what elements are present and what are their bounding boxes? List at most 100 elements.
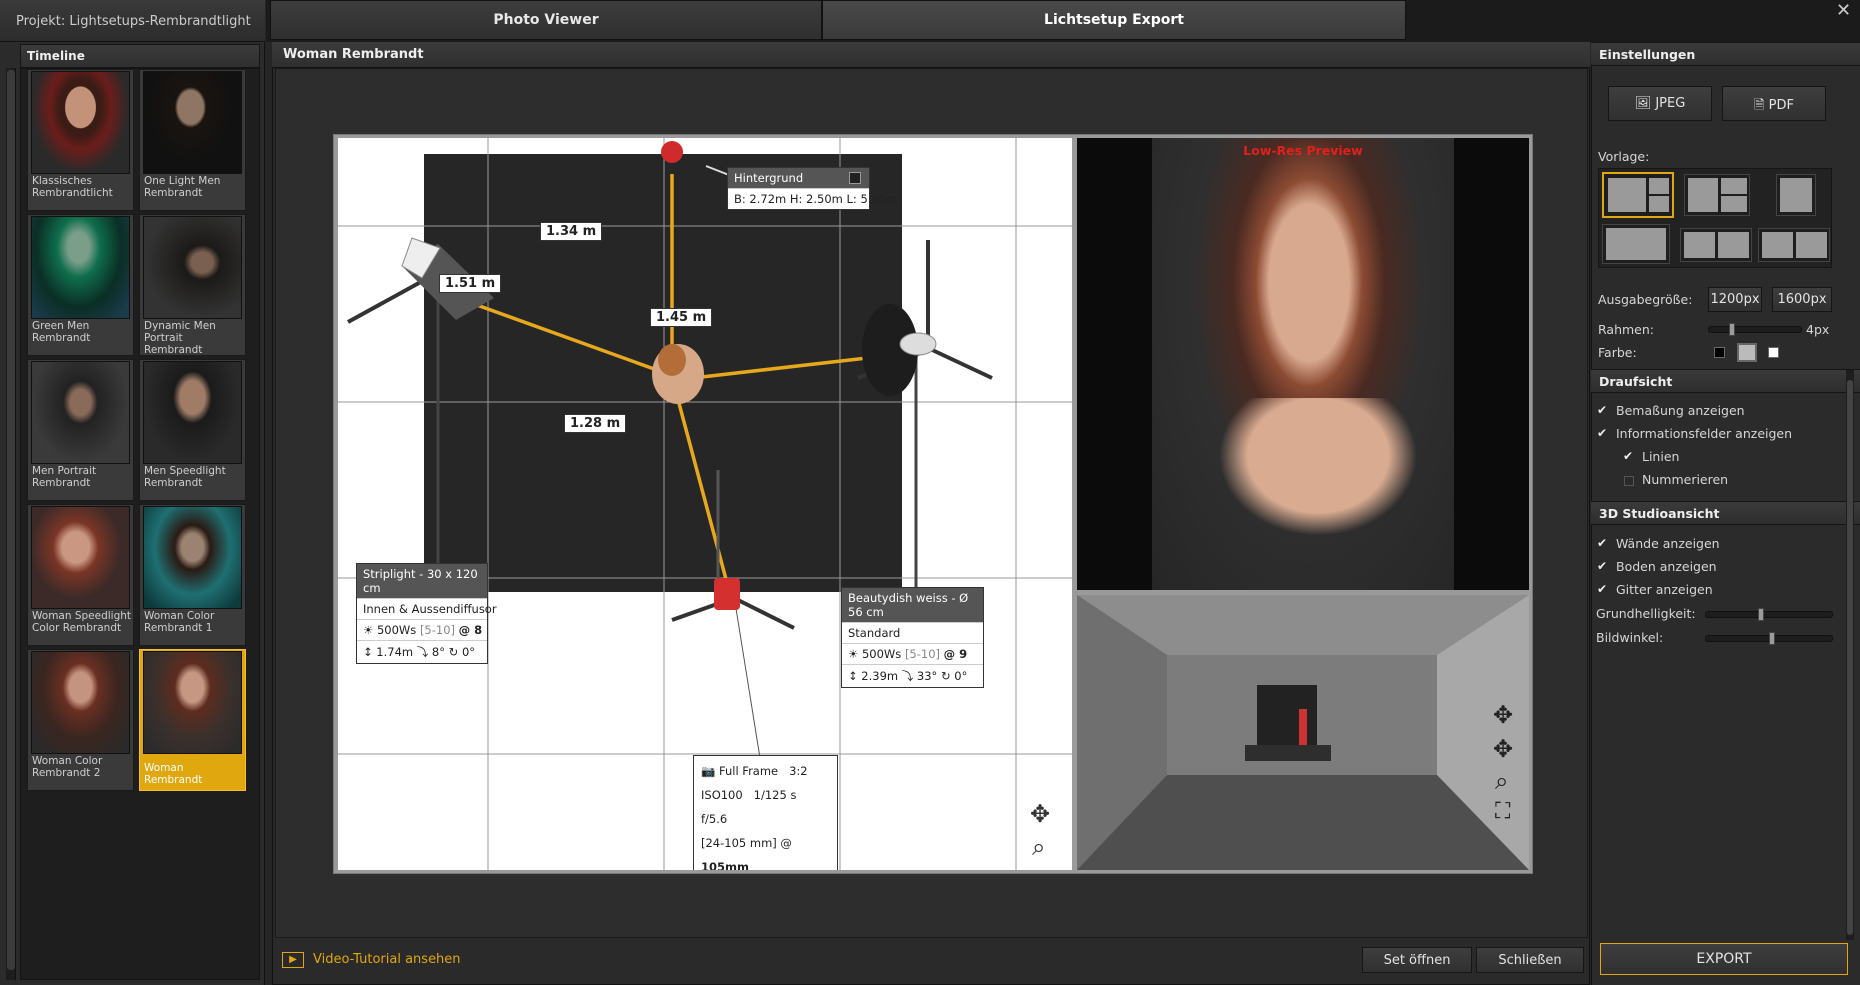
thumbnail-image [143, 651, 242, 754]
project-title: Projekt: Lightsetups-Rembrandtlight [0, 0, 265, 42]
option-dimensions-label: Bemaßung anzeigen [1616, 403, 1745, 418]
option-grid-label: Gitter anzeigen [1616, 582, 1713, 597]
thumbnail-image [143, 506, 242, 609]
timeline-item[interactable]: Green Men Rembrandt [27, 214, 134, 356]
tab-photo-viewer[interactable]: Photo Viewer [270, 0, 822, 40]
pdf-button[interactable]: 🗎 PDF [1722, 86, 1826, 121]
timeline-item[interactable]: Woman Color Rembrandt 2 [27, 649, 134, 791]
settings-title: Einstellungen [1591, 42, 1860, 66]
timeline-item-label: Woman Rembrandt [144, 762, 203, 786]
camera-info-box: 📷 Full Frame 3:2 ISO100 1/125 s f/5.6 [2… [693, 755, 838, 870]
fit-view-icon[interactable]: ⛶ [1495, 799, 1510, 824]
image-icon: 🖼 [1634, 96, 1652, 111]
pdf-label: PDF [1768, 98, 1794, 113]
color-white-swatch[interactable] [1768, 347, 1779, 358]
background-info-box: Hintergrund B: 2.72m H: 2.50m L: 5.00m [727, 167, 897, 210]
frame-slider-knob[interactable] [1729, 323, 1735, 336]
checkbox-numbering[interactable] [1624, 476, 1634, 486]
beautydish-info-box: Beautydish weiss - Ø 56 cm Standard ☀ 50… [841, 587, 984, 688]
pan-icon[interactable]: ✥ [1493, 735, 1513, 763]
template-option[interactable] [1680, 228, 1752, 262]
timeline-item[interactable]: Woman Speedlight Color Rembrandt [27, 504, 134, 646]
timeline-item[interactable]: Woman Color Rembrandt 1 [139, 504, 246, 646]
checkbox-grid[interactable]: ✔ [1597, 583, 1608, 595]
video-tutorial-link[interactable]: Video-Tutorial ansehen [313, 952, 461, 967]
timeline-item[interactable]: Klassisches Rembrandtlicht [27, 69, 134, 211]
output-size-1600[interactable]: 1600px [1772, 287, 1832, 312]
setup-title: Woman Rembrandt [272, 42, 1590, 68]
template-option[interactable] [1602, 224, 1670, 264]
tab-lichtsetup-export[interactable]: Lichtsetup Export [822, 0, 1406, 40]
template-option-selected[interactable] [1602, 172, 1674, 218]
frame-value: 4px [1806, 322, 1830, 337]
open-set-button[interactable]: Set öffnen [1362, 947, 1472, 973]
thumbnail-image [143, 361, 242, 464]
template-option[interactable] [1776, 174, 1816, 216]
angle-slider[interactable] [1705, 632, 1833, 645]
settings-scroll-thumb[interactable] [1847, 380, 1853, 935]
camera-focal: 105mm [701, 860, 749, 870]
timeline-item[interactable]: One Light Men Rembrandt [139, 69, 246, 211]
beautydish-tilt: 33° [916, 669, 938, 683]
camera-iso: ISO100 [701, 788, 743, 802]
checkbox-info-fields[interactable]: ✔ [1597, 427, 1608, 439]
striplight-power: 500Ws [376, 623, 417, 637]
close-button[interactable]: Schließen [1476, 947, 1584, 973]
timeline-item[interactable]: Men Speedlight Rembrandt [139, 359, 246, 501]
beautydish-power: 500Ws [861, 647, 902, 661]
distance-label: 1.34 m [540, 222, 603, 241]
beautydish-modifier: Standard [842, 622, 983, 643]
color-swatch-icon [849, 172, 861, 184]
beautydish-title: Beautydish weiss - Ø 56 cm [842, 588, 983, 622]
color-label: Farbe: [1598, 345, 1637, 360]
template-label: Vorlage: [1598, 149, 1650, 164]
template-option[interactable] [1684, 174, 1750, 216]
template-option[interactable] [1758, 228, 1830, 262]
timeline-item[interactable]: Dynamic Men Portrait Rembrandt [139, 214, 246, 356]
timeline-item-label: Men Speedlight Rembrandt [144, 465, 226, 489]
timeline-item-label: Green Men Rembrandt [32, 320, 91, 344]
timeline-scroll-thumb[interactable] [7, 70, 15, 970]
timeline-item-label: Woman Color Rembrandt 1 [144, 610, 215, 634]
color-gray-swatch[interactable] [1737, 343, 1757, 362]
brightness-slider[interactable] [1705, 608, 1833, 621]
checkbox-floor[interactable]: ✔ [1597, 560, 1608, 572]
checkbox-lines[interactable]: ✔ [1623, 450, 1634, 462]
close-icon[interactable]: ✕ [1836, 0, 1851, 21]
camera-shutter: 1/125 s [753, 788, 797, 802]
orbit-icon[interactable]: ✥ [1493, 701, 1513, 729]
zoom-icon[interactable]: ⌕ [1495, 767, 1508, 795]
jpeg-button[interactable]: 🖼 JPEG [1608, 86, 1712, 121]
distance-label: 1.51 m [439, 274, 502, 293]
camera-format: Full Frame [718, 764, 779, 778]
color-black-swatch[interactable] [1714, 347, 1725, 358]
thumbnail-image [143, 216, 242, 319]
frame-slider[interactable] [1708, 323, 1802, 336]
studio-drawing [1077, 595, 1529, 870]
beautydish-height: 2.39m [861, 669, 899, 683]
brightness-slider-knob[interactable] [1758, 608, 1764, 621]
low-res-label: Low-Res Preview [1243, 143, 1363, 158]
camera-icon: 📷 [701, 764, 716, 778]
checkbox-dimensions[interactable]: ✔ [1597, 404, 1608, 416]
export-button[interactable]: EXPORT [1600, 943, 1848, 975]
move-icon[interactable]: ✥ [1030, 800, 1050, 828]
beautydish-setting: @ 9 [943, 647, 968, 661]
play-icon[interactable]: ▶ [282, 952, 304, 968]
zoom-icon[interactable]: ⌕ [1032, 833, 1045, 861]
brightness-label: Grundhelligkeit: [1596, 606, 1696, 621]
studio-section-title: 3D Studioansicht [1591, 501, 1860, 525]
timeline-item-label: One Light Men Rembrandt [144, 175, 221, 199]
model-figure [652, 344, 704, 404]
angle-slider-knob[interactable] [1769, 632, 1775, 645]
timeline-item-selected[interactable]: Woman Rembrandt [139, 649, 246, 791]
option-numbering-label: Nummerieren [1642, 472, 1729, 487]
timeline-item[interactable]: Men Portrait Rembrandt [27, 359, 134, 501]
angle-label: Bildwinkel: [1596, 630, 1664, 645]
striplight-range: [5-10] [419, 623, 456, 637]
option-lines-label: Linien [1642, 449, 1680, 464]
camera-ratio: 3:2 [789, 764, 808, 778]
photo-preview: Low-Res Preview [1077, 138, 1529, 590]
output-size-1200[interactable]: 1200px [1708, 287, 1762, 312]
checkbox-walls[interactable]: ✔ [1597, 537, 1608, 549]
